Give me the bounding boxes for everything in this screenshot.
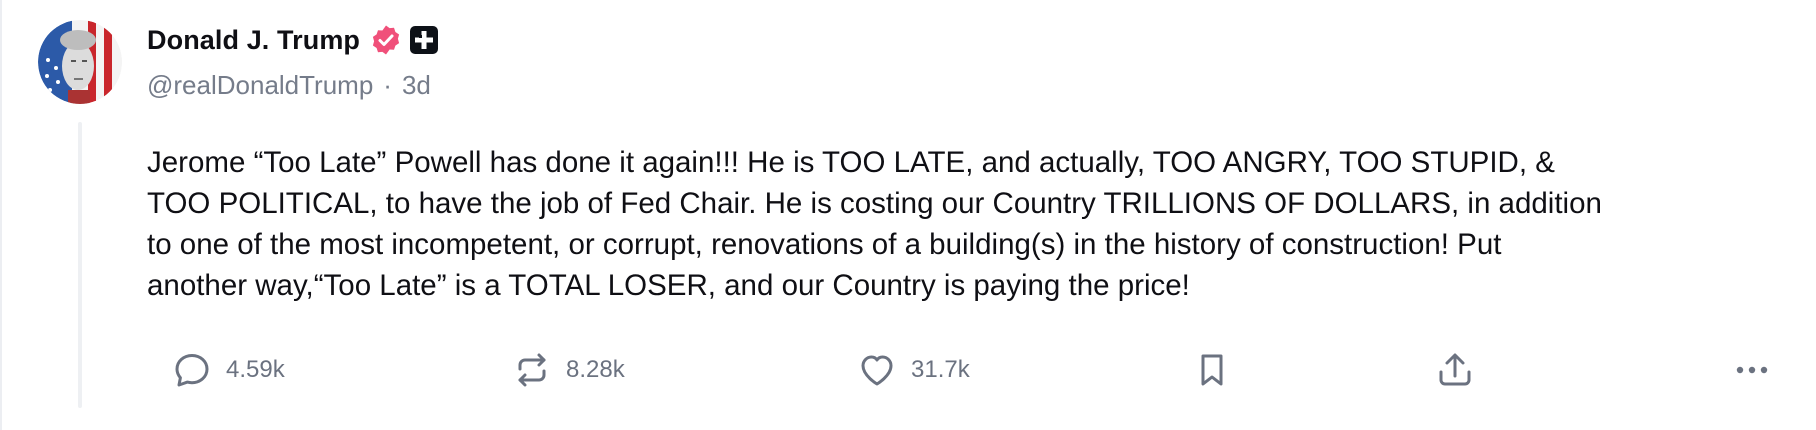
author-row: Donald J. Trump	[147, 20, 439, 60]
author-meta: @realDonaldTrump · 3d	[147, 70, 431, 101]
action-bar: 4.59k 8.28k 31.7k	[172, 345, 1792, 395]
share-button[interactable]	[1435, 345, 1475, 395]
avatar[interactable]	[38, 20, 122, 104]
post-text: Jerome “Too Late” Powell has done it aga…	[147, 146, 1602, 302]
post-card: Donald J. Trump @realDonaldTrump · 3d Je…	[0, 0, 1816, 430]
thread-line	[78, 122, 82, 408]
reply-button[interactable]: 4.59k	[172, 345, 285, 395]
reply-count: 4.59k	[226, 356, 285, 383]
avatar-image	[38, 20, 122, 104]
bookmark-icon	[1192, 350, 1232, 390]
verified-badge-icon	[370, 24, 402, 56]
more-options-button[interactable]	[1732, 345, 1772, 395]
heart-icon	[857, 350, 897, 390]
reply-bubble-icon	[172, 350, 212, 390]
more-dots-icon	[1732, 350, 1772, 390]
meta-separator: ·	[383, 70, 392, 100]
repost-button[interactable]: 8.28k	[512, 345, 625, 395]
author-name[interactable]: Donald J. Trump	[147, 25, 360, 56]
post-age[interactable]: 3d	[402, 70, 431, 101]
share-icon	[1435, 350, 1475, 390]
bookmark-button[interactable]	[1192, 345, 1232, 395]
like-count: 31.7k	[911, 356, 970, 383]
repost-count: 8.28k	[566, 356, 625, 383]
author-handle[interactable]: @realDonaldTrump	[147, 70, 373, 101]
like-button[interactable]: 31.7k	[857, 345, 970, 395]
repost-icon	[512, 350, 552, 390]
plus-badge-icon	[410, 26, 439, 54]
